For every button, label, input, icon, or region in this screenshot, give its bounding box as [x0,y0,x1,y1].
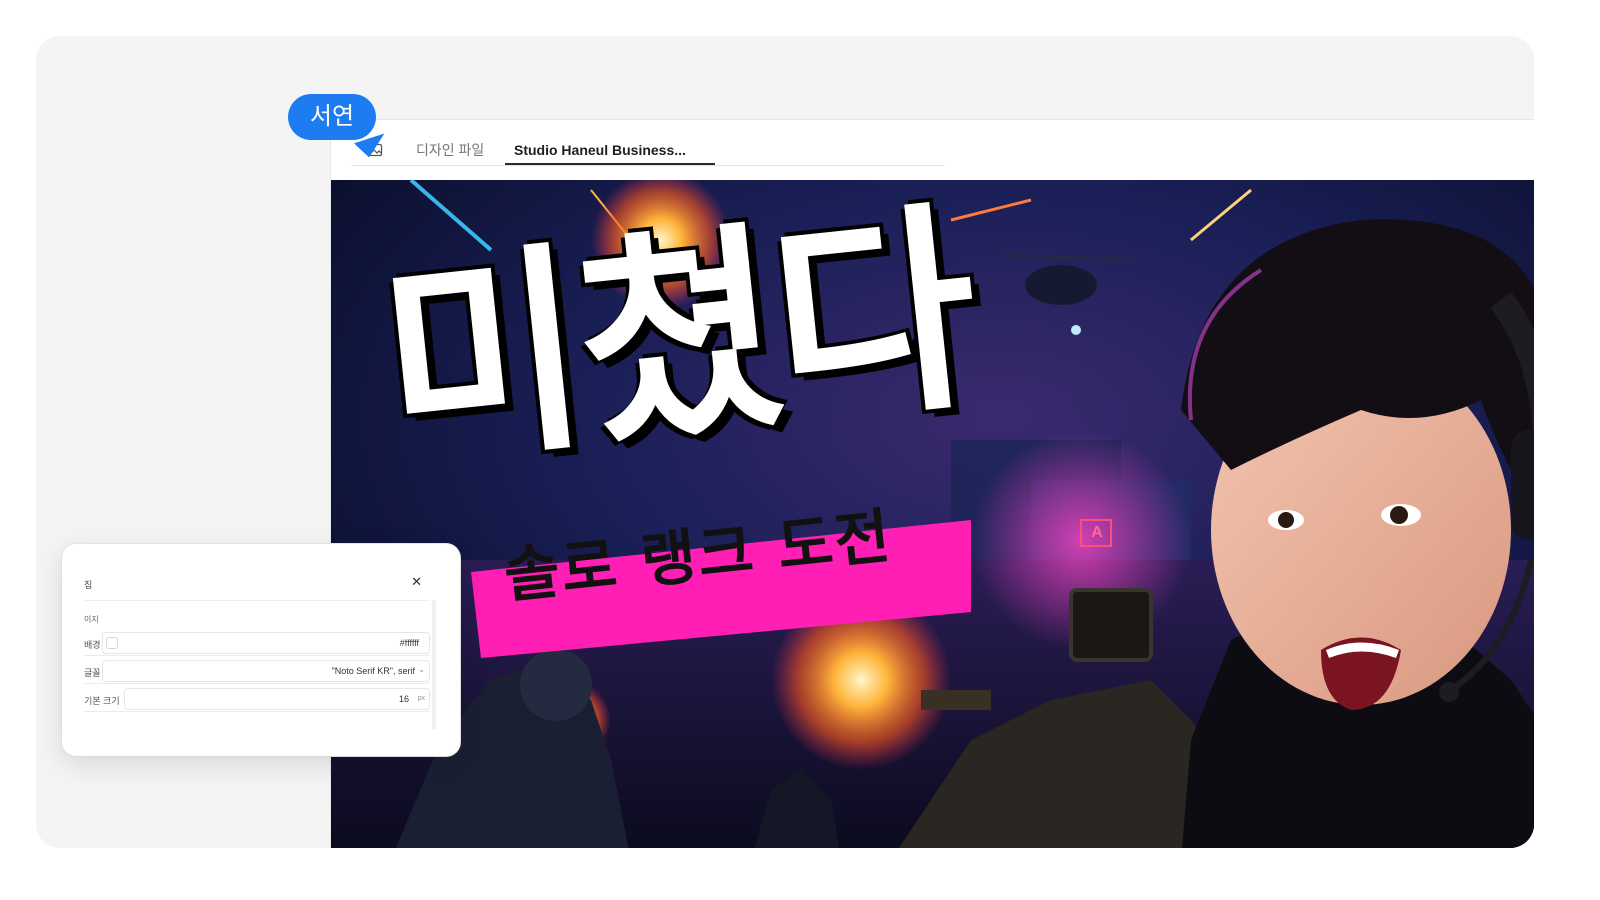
font-select[interactable]: "Noto Serif KR", serif ⌄ [102,660,430,682]
thumbnail-headline[interactable]: 미쳤다 [370,180,983,496]
base-size-label: 기본 크기 [84,696,120,706]
base-size-value: 16 [398,694,409,704]
font-label: 글꼴 [84,668,101,678]
tab-design-files[interactable]: 디자인 파일 [416,134,484,166]
chevron-down-icon: ⌄ [418,665,425,674]
panel-scrollbar[interactable] [432,600,436,730]
base-size-input[interactable]: 16 px [124,688,430,710]
background-color-field[interactable]: #ffffff [102,632,430,654]
close-icon[interactable]: ✕ [411,574,422,590]
background-row: 배경 #ffffff [84,632,430,656]
tab-divider [351,165,945,166]
background-color-value: #ffffff [399,638,419,648]
panel-section-label: 이지 [84,615,99,624]
font-row: 글꼴 "Noto Serif KR", serif ⌄ [84,660,430,684]
background-label: 배경 [84,640,101,650]
thumbnail-canvas[interactable]: 미쳤다 솔로 랭크 도전 A [331,180,1534,848]
panel-title: 집 [84,580,93,590]
color-swatch[interactable] [106,637,118,649]
editor-window: 디자인 파일 Studio Haneul Business... 미쳤다 솔로 … [331,120,1534,848]
panel-divider [84,600,430,601]
base-size-unit: px [417,695,425,702]
font-value: "Noto Serif KR", serif [331,666,415,676]
sign-badge: A [1091,524,1103,541]
tab-active-file[interactable]: Studio Haneul Business... [514,134,686,166]
properties-panel-body: 집 ✕ 이지 배경 #ffffff 글꼴 "Noto Serif KR", se… [84,556,430,734]
properties-panel: 집 ✕ 이지 배경 #ffffff 글꼴 "Noto Serif KR", se… [62,544,460,756]
active-tab-indicator [505,163,715,165]
app-stage: 디자인 파일 Studio Haneul Business... 미쳤다 솔로 … [36,36,1534,848]
tab-bar: 디자인 파일 Studio Haneul Business... [331,120,1534,180]
collaborator-cursor-label: 서연 [288,94,376,140]
base-size-row: 기본 크기 16 px [84,688,430,712]
